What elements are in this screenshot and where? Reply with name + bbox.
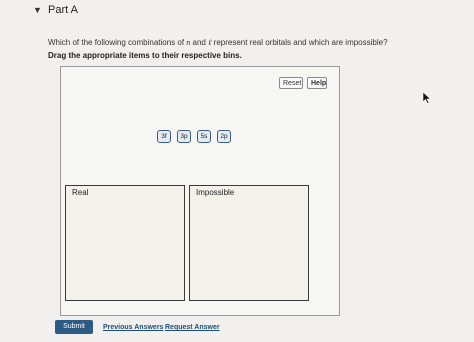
help-button[interactable]: Help	[307, 77, 327, 89]
impossible-bin[interactable]: Impossible	[189, 185, 309, 301]
part-title: Part A	[48, 4, 78, 16]
mouse-cursor-icon	[423, 92, 431, 104]
impossible-bin-label: Impossible	[196, 188, 235, 197]
previous-answers-link[interactable]: Previous Answers	[103, 324, 163, 331]
item-3f[interactable]: 3f	[157, 130, 171, 143]
question-text: Which of the following combinations of n…	[48, 38, 388, 47]
drag-drop-panel: Reset Help 3f 3p 5s 2p Real Impossible	[60, 66, 340, 316]
real-bin-label: Real	[72, 188, 89, 197]
item-5s[interactable]: 5s	[197, 130, 211, 143]
collapse-caret-icon[interactable]: ▼	[33, 5, 42, 15]
part-header[interactable]: ▼ Part A	[0, 0, 474, 24]
item-3p[interactable]: 3p	[177, 130, 191, 143]
instruction-text: Drag the appropriate items to their resp…	[48, 51, 242, 60]
item-2p[interactable]: 2p	[217, 130, 231, 143]
real-bin[interactable]: Real	[65, 185, 185, 301]
request-answer-link[interactable]: Request Answer	[165, 324, 220, 331]
submit-button[interactable]: Submit	[55, 320, 93, 334]
reset-button[interactable]: Reset	[279, 77, 303, 89]
